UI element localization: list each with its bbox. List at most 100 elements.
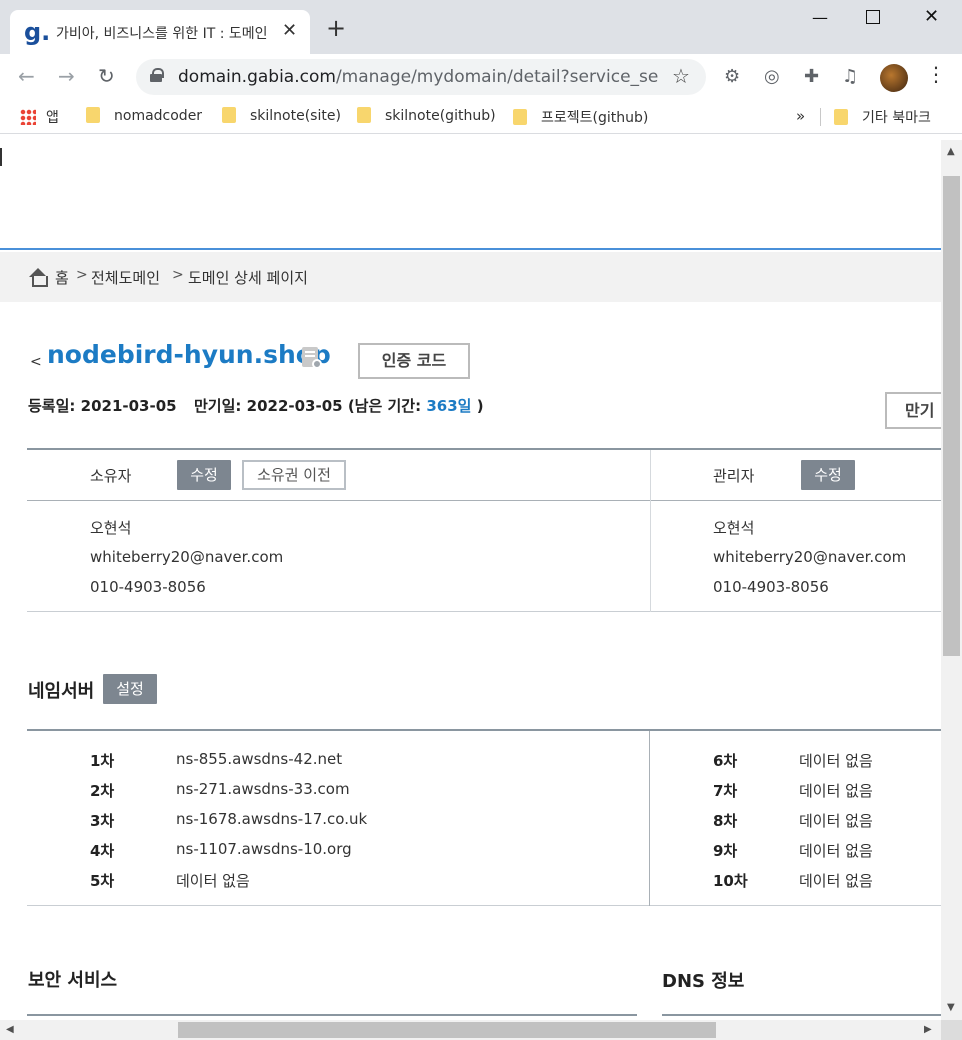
- folder-icon: [86, 107, 100, 123]
- close-tab-icon[interactable]: ✕: [282, 20, 297, 41]
- extension-icon-1[interactable]: ⚙: [724, 66, 740, 87]
- ns-4-value: ns-1107.awsdns-10.org: [176, 840, 352, 858]
- extension-icon-2[interactable]: ◎: [764, 66, 780, 87]
- ns-10-label: 10차: [713, 872, 748, 890]
- domain-name: nodebird-hyun.shop: [47, 340, 331, 369]
- horizontal-scroll-thumb[interactable]: [178, 1022, 716, 1038]
- other-bookmarks[interactable]: 기타 북마크: [834, 107, 931, 127]
- ns-3-value: ns-1678.awsdns-17.co.uk: [176, 810, 368, 828]
- tab-title: 가비아, 비즈니스를 위한 IT : 도메인: [56, 26, 268, 42]
- certificate-icon[interactable]: [302, 347, 322, 371]
- url-text[interactable]: domain.gabia.com/manage/mydomain/detail?…: [178, 67, 658, 87]
- vertical-scroll-thumb[interactable]: [943, 176, 960, 656]
- owner-email: whiteberry20@naver.com: [90, 548, 284, 566]
- browser-tab[interactable]: g. 가비아, 비즈니스를 위한 IT : 도메인 ✕: [10, 10, 310, 54]
- breadcrumb-current: 도메인 상세 페이지: [188, 269, 308, 287]
- admin-edit-button[interactable]: 수정: [801, 460, 855, 490]
- vertical-scrollbar[interactable]: ▲ ▼: [941, 140, 962, 1020]
- bookmark-label: skilnote(github): [385, 108, 496, 124]
- new-tab-icon[interactable]: +: [326, 16, 346, 40]
- chrome-menu-icon[interactable]: ⋮: [926, 62, 946, 86]
- remaining-suffix: ): [476, 397, 484, 415]
- forward-icon[interactable]: →: [58, 64, 75, 88]
- text-caret: [0, 148, 2, 166]
- scroll-up-icon[interactable]: ▲: [947, 146, 955, 157]
- security-service-title: 보안 서비스: [28, 970, 118, 991]
- dns-info-title: DNS 정보: [662, 971, 745, 992]
- url-path: /manage/mydomain/detail?service_seq...: [335, 67, 658, 87]
- ownership-transfer-button[interactable]: 소유권 이전: [242, 460, 346, 490]
- ns-2-value: ns-271.awsdns-33.com: [176, 780, 350, 798]
- nameserver-title: 네임서버: [28, 681, 95, 702]
- ns-6-value: 데이터 없음: [799, 752, 873, 770]
- home-icon[interactable]: [28, 268, 48, 287]
- exp-date-value: 2022-03-05: [246, 397, 343, 415]
- back-icon[interactable]: ←: [18, 64, 35, 88]
- horizontal-scrollbar[interactable]: ◀ ▶: [0, 1020, 941, 1040]
- security-section-line: [27, 1014, 637, 1016]
- extensions-puzzle-icon[interactable]: ✚: [804, 66, 819, 87]
- ns-7-label: 7차: [713, 782, 738, 800]
- bookmark-project-github[interactable]: 프로젝트(github): [513, 107, 648, 127]
- ns-8-value: 데이터 없음: [799, 812, 873, 830]
- bookmark-label: 프로젝트(github): [541, 110, 649, 126]
- admin-email: whiteberry20@naver.com: [713, 548, 907, 566]
- ns-9-label: 9차: [713, 842, 738, 860]
- bookmark-nomadcoder[interactable]: nomadcoder: [86, 107, 202, 124]
- minimize-icon[interactable]: —: [812, 8, 828, 27]
- contact-table: 소유자 수정 소유권 이전 오현석 whiteberry20@naver.com…: [27, 448, 941, 612]
- lock-icon: [150, 68, 164, 82]
- bookmark-label: nomadcoder: [114, 108, 203, 124]
- admin-phone: 010-4903-8056: [713, 578, 829, 596]
- ns-10-value: 데이터 없음: [799, 872, 873, 890]
- scrollbar-corner: [941, 1020, 962, 1040]
- folder-icon: [357, 107, 371, 123]
- ns-5-label: 5차: [90, 872, 115, 890]
- remaining-prefix: (남은 기간:: [347, 397, 422, 415]
- owner-edit-button[interactable]: 수정: [177, 460, 231, 490]
- bookmarks-overflow-icon[interactable]: »: [796, 107, 805, 125]
- site-header: [0, 140, 941, 250]
- folder-icon: [513, 109, 527, 125]
- ns-6-label: 6차: [713, 752, 738, 770]
- ns-8-label: 8차: [713, 812, 738, 830]
- address-bar[interactable]: domain.gabia.com/manage/mydomain/detail?…: [136, 59, 706, 95]
- breadcrumb-all-domains[interactable]: 전체도메인: [91, 267, 160, 288]
- reg-date-value: 2021-03-05: [80, 397, 177, 415]
- breadcrumb: 홈 > 전체도메인 > 도메인 상세 페이지: [0, 252, 941, 302]
- dns-section-line: [662, 1014, 941, 1016]
- folder-icon: [222, 107, 236, 123]
- admin-label: 관리자: [713, 467, 755, 485]
- bookmark-skilnote-github[interactable]: skilnote(github): [357, 107, 496, 124]
- breadcrumb-home[interactable]: 홈: [55, 267, 69, 288]
- bookmarks-divider: [820, 108, 821, 126]
- bookmark-skilnote-site[interactable]: skilnote(site): [222, 107, 341, 124]
- nameserver-setup-button[interactable]: 설정: [103, 674, 157, 704]
- nameserver-table: 1차 ns-855.awsdns-42.net 2차 ns-271.awsdns…: [27, 729, 941, 906]
- nameserver-column-divider: [649, 731, 650, 906]
- exp-label: 만기일:: [194, 397, 242, 415]
- bookmark-apps[interactable]: 앱: [20, 107, 59, 127]
- bookmark-star-icon[interactable]: ☆: [672, 64, 690, 88]
- breadcrumb-separator: >: [76, 267, 88, 283]
- scroll-left-icon[interactable]: ◀: [6, 1024, 14, 1035]
- profile-avatar[interactable]: [880, 64, 908, 92]
- back-button[interactable]: <: [30, 354, 42, 370]
- auth-code-button[interactable]: 인증 코드: [358, 343, 470, 379]
- expiry-button[interactable]: 만기: [885, 392, 941, 429]
- scroll-down-icon[interactable]: ▼: [947, 1002, 955, 1013]
- folder-icon: [834, 109, 848, 125]
- close-window-icon[interactable]: ✕: [924, 6, 939, 27]
- maximize-icon[interactable]: [866, 10, 880, 24]
- reload-icon[interactable]: ↻: [98, 64, 115, 88]
- ns-4-label: 4차: [90, 842, 115, 860]
- remaining-days: 363일: [426, 397, 472, 415]
- page-viewport: 홈 > 전체도메인 > 도메인 상세 페이지 < nodebird-hyun.s…: [0, 140, 941, 1020]
- media-control-icon[interactable]: ♫: [842, 66, 858, 87]
- bookmark-label: 기타 북마크: [862, 110, 931, 126]
- bookmarks-bar: 앱 nomadcoder skilnote(site) skilnote(git…: [0, 100, 962, 134]
- scroll-right-icon[interactable]: ▶: [924, 1024, 932, 1035]
- expiration-date: 만기일: 2022-03-05 (남은 기간: 363일 ): [194, 395, 484, 416]
- owner-label: 소유자: [90, 467, 132, 485]
- owner-name: 오현석: [90, 519, 132, 537]
